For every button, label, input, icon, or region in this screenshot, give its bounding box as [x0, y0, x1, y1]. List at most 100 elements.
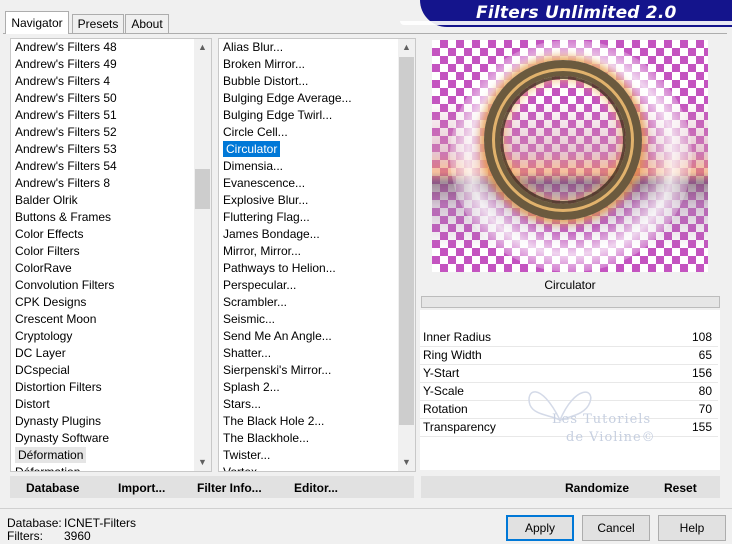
- list-item[interactable]: Vortex...: [219, 464, 398, 471]
- list-item[interactable]: Convolution Filters: [11, 277, 194, 294]
- filter-scrollbar[interactable]: ▲ ▼: [398, 39, 415, 471]
- list-item[interactable]: Andrew's Filters 4: [11, 73, 194, 90]
- list-item[interactable]: Mirror, Mirror...: [219, 243, 398, 260]
- list-item-label: Déformation: [15, 465, 83, 471]
- list-item-label: Circulator: [223, 141, 281, 157]
- list-item[interactable]: Color Filters: [11, 243, 194, 260]
- list-item[interactable]: DC Layer: [11, 345, 194, 362]
- list-item[interactable]: Andrew's Filters 53: [11, 141, 194, 158]
- category-scrollbar[interactable]: ▲ ▼: [194, 39, 211, 471]
- list-item[interactable]: Fluttering Flag...: [219, 209, 398, 226]
- list-item[interactable]: Crescent Moon: [11, 311, 194, 328]
- list-item[interactable]: Twister...: [219, 447, 398, 464]
- list-item[interactable]: Déformation: [11, 464, 194, 471]
- list-item[interactable]: ColorRave: [11, 260, 194, 277]
- scroll-up-icon[interactable]: ▲: [398, 39, 415, 56]
- list-item-label: Broken Mirror...: [223, 57, 306, 71]
- list-item-label: Distort: [15, 397, 50, 411]
- scroll-down-icon[interactable]: ▼: [398, 454, 415, 471]
- filters-count-label: Filters:: [7, 529, 43, 543]
- param-value[interactable]: 80: [699, 382, 712, 400]
- database-value: ICNET-Filters: [64, 516, 136, 530]
- import-button[interactable]: Import...: [118, 479, 165, 497]
- list-item[interactable]: The Blackhole...: [219, 430, 398, 447]
- param-value[interactable]: 108: [692, 328, 712, 346]
- database-button[interactable]: Database: [26, 479, 79, 497]
- list-item[interactable]: Send Me An Angle...: [219, 328, 398, 345]
- filter-info-button[interactable]: Filter Info...: [197, 479, 262, 497]
- editor-button[interactable]: Editor...: [294, 479, 338, 497]
- list-item[interactable]: Seismic...: [219, 311, 398, 328]
- list-item[interactable]: Andrew's Filters 48: [11, 39, 194, 56]
- list-item[interactable]: Explosive Blur...: [219, 192, 398, 209]
- list-item[interactable]: Andrew's Filters 54: [11, 158, 194, 175]
- param-row[interactable]: Ring Width 65: [420, 346, 718, 365]
- help-button[interactable]: Help: [658, 515, 726, 541]
- apply-button[interactable]: Apply: [506, 515, 574, 541]
- list-item[interactable]: Andrew's Filters 52: [11, 124, 194, 141]
- param-value[interactable]: 156: [692, 364, 712, 382]
- list-item[interactable]: Evanescence...: [219, 175, 398, 192]
- list-item[interactable]: CPK Designs: [11, 294, 194, 311]
- list-item-label: Andrew's Filters 8: [15, 176, 110, 190]
- filter-scroll-thumb[interactable]: [399, 57, 414, 425]
- list-item[interactable]: Scrambler...: [219, 294, 398, 311]
- list-item[interactable]: The Black Hole 2...: [219, 413, 398, 430]
- list-item[interactable]: Distort: [11, 396, 194, 413]
- list-item[interactable]: Stars...: [219, 396, 398, 413]
- param-label: Inner Radius: [423, 330, 492, 344]
- list-item[interactable]: Andrew's Filters 8: [11, 175, 194, 192]
- list-item[interactable]: Balder Olrik: [11, 192, 194, 209]
- list-item-label: Andrew's Filters 48: [15, 40, 117, 54]
- list-item-label: ColorRave: [15, 261, 72, 275]
- list-item[interactable]: Andrew's Filters 51: [11, 107, 194, 124]
- scroll-up-icon[interactable]: ▲: [194, 39, 211, 56]
- cancel-button[interactable]: Cancel: [582, 515, 650, 541]
- param-value[interactable]: 155: [692, 418, 712, 436]
- list-item[interactable]: Déformation: [11, 447, 194, 464]
- list-item[interactable]: Buttons & Frames: [11, 209, 194, 226]
- list-item[interactable]: Perspecular...: [219, 277, 398, 294]
- randomize-button[interactable]: Randomize: [565, 479, 629, 497]
- param-value[interactable]: 70: [699, 400, 712, 418]
- tab-presets[interactable]: Presets: [72, 14, 124, 33]
- scroll-down-icon[interactable]: ▼: [194, 454, 211, 471]
- list-item[interactable]: Alias Blur...: [219, 39, 398, 56]
- category-list[interactable]: Andrew's Filters 48 Andrew's Filters 49 An…: [11, 39, 194, 471]
- list-item-label: Andrew's Filters 51: [15, 108, 117, 122]
- param-row[interactable]: Inner Radius 108: [420, 328, 718, 347]
- list-item[interactable]: Bubble Distort...: [219, 73, 398, 90]
- list-item-label: Splash 2...: [223, 380, 280, 394]
- list-item[interactable]: Circle Cell...: [219, 124, 398, 141]
- list-item-label: The Blackhole...: [223, 431, 310, 445]
- tab-about[interactable]: About: [125, 14, 169, 33]
- list-item[interactable]: Bulging Edge Twirl...: [219, 107, 398, 124]
- list-item[interactable]: Dynasty Software: [11, 430, 194, 447]
- list-item[interactable]: Pathways to Helion...: [219, 260, 398, 277]
- category-scroll-thumb[interactable]: [195, 169, 210, 209]
- list-item[interactable]: Distortion Filters: [11, 379, 194, 396]
- preview-ring-highlight: [492, 68, 634, 212]
- list-item-label: The Black Hole 2...: [223, 414, 325, 428]
- list-item[interactable]: Andrew's Filters 50: [11, 90, 194, 107]
- list-item[interactable]: Cryptology: [11, 328, 194, 345]
- list-item[interactable]: Splash 2...: [219, 379, 398, 396]
- list-item[interactable]: Dimensia...: [219, 158, 398, 175]
- reset-button[interactable]: Reset: [664, 479, 697, 497]
- list-item[interactable]: Bulging Edge Average...: [219, 90, 398, 107]
- tab-navigator[interactable]: Navigator: [5, 11, 69, 34]
- list-item[interactable]: Sierpenski's Mirror...: [219, 362, 398, 379]
- list-item-label: Andrew's Filters 53: [15, 142, 117, 156]
- list-item[interactable]: Circulator: [219, 141, 398, 158]
- list-item[interactable]: Andrew's Filters 49: [11, 56, 194, 73]
- list-item-label: Vortex...: [223, 465, 270, 471]
- list-item[interactable]: James Bondage...: [219, 226, 398, 243]
- list-item[interactable]: Shatter...: [219, 345, 398, 362]
- list-item[interactable]: Color Effects: [11, 226, 194, 243]
- list-item-label: James Bondage...: [223, 227, 320, 241]
- list-item[interactable]: DCspecial: [11, 362, 194, 379]
- param-value[interactable]: 65: [699, 346, 712, 364]
- list-item[interactable]: Dynasty Plugins: [11, 413, 194, 430]
- list-item[interactable]: Broken Mirror...: [219, 56, 398, 73]
- filter-list[interactable]: Alias Blur... Broken Mirror... Bubble Dist…: [219, 39, 398, 471]
